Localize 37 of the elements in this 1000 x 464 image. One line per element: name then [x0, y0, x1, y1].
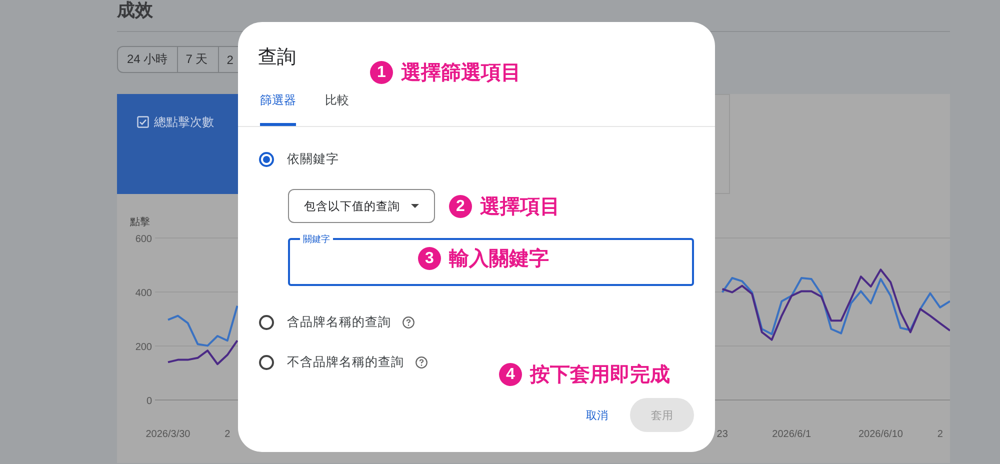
tick-label: 2 — [937, 429, 943, 440]
step-caption: 按下套用即完成 — [530, 362, 670, 388]
dialog-title: 查詢 — [258, 46, 296, 70]
step-number: 1 — [370, 61, 393, 84]
metric-label: 總點擊次數 — [154, 114, 214, 131]
tick-label: 0 — [146, 396, 152, 407]
option-label: 含品牌名稱的查詢 — [287, 314, 391, 330]
page-title: 成效 — [117, 0, 153, 20]
tab[interactable]: 比較 — [325, 88, 349, 126]
tick-label: 600 — [135, 234, 152, 245]
step-number: 4 — [499, 363, 522, 386]
tick-label: 200 — [135, 342, 152, 353]
tick-label: 400 — [135, 288, 152, 299]
step-caption: 輸入關鍵字 — [449, 246, 549, 272]
step-caption: 選擇篩選項目 — [401, 61, 521, 86]
cancel-button[interactable]: 取消 — [574, 398, 620, 432]
tab[interactable]: 篩選器 — [260, 88, 296, 126]
radio-button[interactable] — [259, 152, 274, 166]
tick-label: 2026/6/1 — [772, 429, 812, 440]
step-number: 3 — [418, 247, 441, 270]
help-icon[interactable] — [415, 356, 428, 368]
step-caption: 選擇項目 — [480, 195, 560, 220]
y-axis-label: 點擊 — [130, 217, 150, 228]
step-number: 2 — [449, 195, 472, 218]
radio-button[interactable] — [259, 314, 274, 330]
date-range-button[interactable]: 7 天 — [178, 46, 219, 73]
checkbox-icon[interactable] — [137, 116, 149, 128]
match-dropdown[interactable]: 包含以下值的查詢 — [288, 189, 435, 223]
tick-label: 2026/6/10 — [858, 429, 903, 440]
date-range-button[interactable]: 24 小時 — [117, 46, 178, 73]
tick-label: 2026/3/30 — [146, 429, 190, 440]
caret-icon — [411, 204, 419, 208]
radio-button[interactable] — [259, 354, 274, 370]
help-icon[interactable] — [402, 316, 415, 328]
option-label: 不含品牌名稱的查詢 — [287, 354, 404, 370]
tick-label: 23 — [716, 429, 728, 440]
tick-label: 2 — [224, 429, 230, 440]
